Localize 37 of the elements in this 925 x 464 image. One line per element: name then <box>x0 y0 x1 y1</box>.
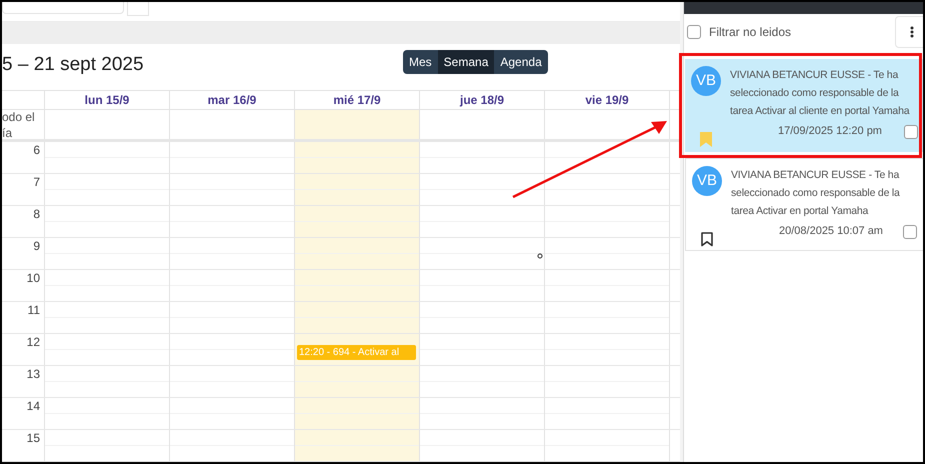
hour-label: 8 <box>33 206 40 223</box>
hour-label: 11 <box>28 302 40 319</box>
hour-label: 6 <box>33 142 40 159</box>
view-tab[interactable]: Agenda <box>494 50 548 74</box>
hour-label: 15 <box>26 430 40 447</box>
hour-label: 7 <box>33 174 40 191</box>
view-tab[interactable]: Mes <box>403 50 438 74</box>
checkbox[interactable] <box>904 125 918 139</box>
hour-label: 10 <box>26 270 40 287</box>
avatar: VB <box>691 66 721 96</box>
day-header: lun 15/9 <box>84 92 130 109</box>
notification-card[interactable]: VB VIVIANA BETANCUR EUSSE - Te ha seleccionado como responsable de la tarea Activar al cliente en portal Yamaha 17/09/2025 12:20 pm <box>685 59 923 152</box>
day-header: mar 16/9 <box>208 92 256 109</box>
cursor-icon <box>537 253 543 259</box>
notification-time: 17/09/2025 12:20 pm <box>778 124 882 139</box>
bookmark-icon[interactable] <box>701 232 713 247</box>
checkbox[interactable] <box>903 225 917 239</box>
hour-label: 13 <box>26 366 40 383</box>
checkbox[interactable] <box>687 25 701 39</box>
search-field[interactable] <box>2 2 124 14</box>
more-icon <box>910 26 914 38</box>
day-header: vie 19/9 <box>585 92 629 109</box>
all-day-label: odo el ía <box>2 108 35 140</box>
avatar: VB <box>692 166 722 196</box>
hour-label: 9 <box>33 238 40 255</box>
notification-time: 20/08/2025 10:07 am <box>779 224 883 239</box>
notification-text: VIVIANA BETANCUR EUSSE - Te ha seleccionado como responsable de la tarea Activar al cliente en portal Yamaha <box>730 68 911 119</box>
filter-label: Filtrar no leidos <box>709 24 792 41</box>
view-tab[interactable]: Semana <box>438 50 494 74</box>
day-header: jue 18/9 <box>460 92 504 109</box>
notification-text: VIVIANA BETANCUR EUSSE - Te ha seleccionado como responsable de la tarea Activar en portal Yamaha <box>731 168 901 219</box>
notification-card[interactable]: VB VIVIANA BETANCUR EUSSE - Te ha seleccionado como responsable de la tarea Activar en portal Yamaha 20/08/2025 10:07 am <box>685 158 923 251</box>
date-range-title: 5 – 21 sept 2025 <box>2 53 144 78</box>
day-header: mié 17/9 <box>333 92 381 109</box>
more-button[interactable] <box>895 16 923 48</box>
hour-label: 14 <box>26 398 40 415</box>
hour-label: 12 <box>26 334 40 351</box>
